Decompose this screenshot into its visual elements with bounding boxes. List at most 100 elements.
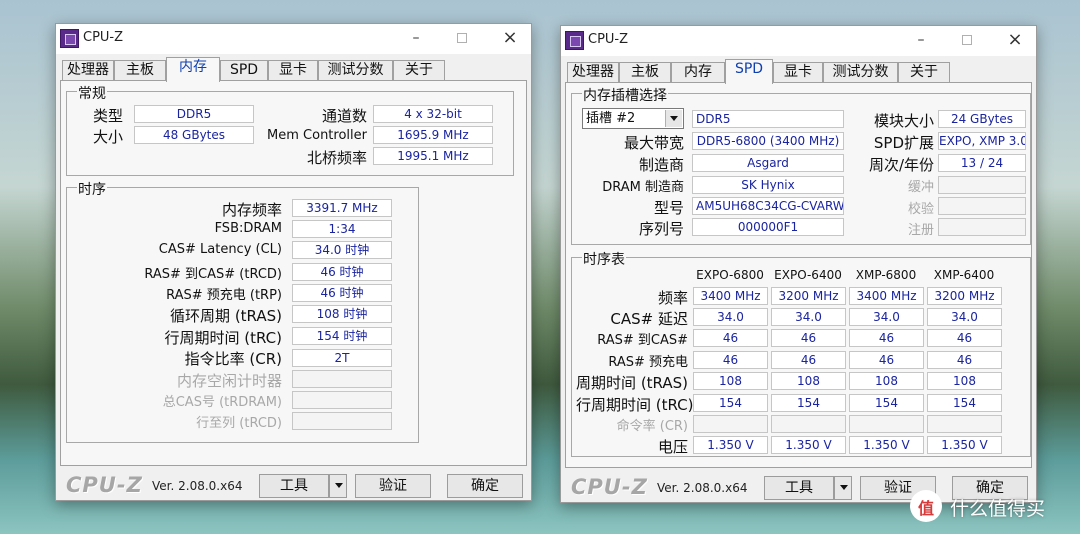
table-cell: 154 xyxy=(693,394,768,412)
table-cell: 1.350 V xyxy=(849,436,924,454)
tab-bench[interactable]: 测试分数 xyxy=(823,62,898,83)
tab-bench[interactable]: 测试分数 xyxy=(318,60,393,81)
table-row-label: 命令率 (CR) xyxy=(616,419,688,434)
chevron-down-icon[interactable] xyxy=(665,110,682,127)
tab-about[interactable]: 关于 xyxy=(898,62,950,83)
timing-label: CAS# Latency (CL) xyxy=(158,242,282,257)
module-size-value: 24 GBytes xyxy=(938,110,1026,128)
tools-dropdown-icon[interactable] xyxy=(834,476,852,500)
timing-label: 内存频率 xyxy=(221,201,282,219)
tab-spd[interactable]: SPD xyxy=(220,60,268,81)
tab-cpu[interactable]: 处理器 xyxy=(567,62,619,83)
part-number-value: AM5UH68C34CG-CVARWM xyxy=(692,197,844,215)
tab-mainboard[interactable]: 主板 xyxy=(619,62,671,83)
validate-button[interactable]: 验证 xyxy=(355,474,431,498)
tab-spd[interactable]: SPD xyxy=(725,59,773,84)
table-row-label: 行周期时间 (tRC) xyxy=(576,396,694,414)
timing-label: 循环周期 (tRAS) xyxy=(170,307,282,325)
timing-label: RAS# 到CAS# (tRCD) xyxy=(144,267,282,282)
minimize-icon[interactable]: – xyxy=(399,27,433,51)
registered-label: 注册 xyxy=(907,223,934,238)
close-icon[interactable]: × xyxy=(998,29,1032,53)
serial-value: 000000F1 xyxy=(692,218,844,236)
tab-graphics[interactable]: 显卡 xyxy=(773,62,823,83)
close-icon[interactable]: × xyxy=(493,27,527,51)
maximize-icon[interactable] xyxy=(445,27,479,51)
timing-value xyxy=(292,391,392,409)
week-year-value: 13 / 24 xyxy=(938,154,1026,172)
table-row-label: RAS# 预充电 xyxy=(608,355,688,370)
minimize-icon[interactable]: – xyxy=(904,29,938,53)
cpuz-window-spd: CPU-Z – × 处理器 主板 内存 SPD 显卡 测试分数 关于 内存插槽选… xyxy=(560,25,1037,503)
tab-about[interactable]: 关于 xyxy=(393,60,445,81)
size-label: 大小 xyxy=(92,128,123,146)
cpuz-app-icon xyxy=(565,31,584,50)
dram-mfr-label: DRAM 制造商 xyxy=(602,180,684,195)
timings-group-title: 时序 xyxy=(77,179,107,199)
table-cell: 46 xyxy=(693,351,768,369)
timing-value: 34.0 时钟 xyxy=(292,241,392,259)
channels-value: 4 x 32-bit xyxy=(373,105,493,123)
spd-ext-value: EXPO, XMP 3.0 xyxy=(938,132,1026,150)
timing-value: 108 时钟 xyxy=(292,305,392,323)
ok-button[interactable]: 确定 xyxy=(447,474,523,498)
spd-ext-label: SPD扩展 xyxy=(873,134,934,152)
window-title: CPU-Z xyxy=(588,32,629,47)
window-title: CPU-Z xyxy=(83,30,124,45)
timing-label: FSB:DRAM xyxy=(214,221,282,236)
table-cell: 34.0 xyxy=(771,308,846,326)
type-label: 类型 xyxy=(92,107,123,125)
table-row-label: CAS# 延迟 xyxy=(610,310,688,328)
slot-group: 内存插槽选择 插槽 #2 DDR5 模块大小 24 GBytes 最大带宽 DD… xyxy=(571,85,1031,245)
cpuz-logo: CPU-Z xyxy=(571,475,648,499)
tools-button[interactable]: 工具 xyxy=(259,474,329,498)
table-cell: 154 xyxy=(771,394,846,412)
table-cell: 1.350 V xyxy=(771,436,846,454)
version-text: Ver. 2.08.0.x64 xyxy=(657,481,748,495)
serial-label: 序列号 xyxy=(638,220,684,238)
timing-value: 46 时钟 xyxy=(292,284,392,302)
timings-group: 时序 内存频率 3391.7 MHz FSB:DRAM 1:34 CAS# La… xyxy=(66,179,419,443)
slot-select[interactable]: 插槽 #2 xyxy=(582,108,684,129)
tab-memory[interactable]: 内存 xyxy=(166,57,220,82)
table-cell: 46 xyxy=(849,351,924,369)
table-cell xyxy=(693,415,768,433)
tools-dropdown-icon[interactable] xyxy=(329,474,347,498)
tab-memory[interactable]: 内存 xyxy=(671,62,725,83)
memctrl-label: Mem Controller xyxy=(267,128,367,143)
table-cell: 34.0 xyxy=(849,308,924,326)
manufacturer-label: 制造商 xyxy=(638,156,684,174)
footer-bar: CPU-Z Ver. 2.08.0.x64 工具 验证 确定 xyxy=(56,469,533,501)
buffer-label: 缓冲 xyxy=(907,180,934,195)
table-cell: 46 xyxy=(927,329,1002,347)
slot-group-title: 内存插槽选择 xyxy=(582,85,668,105)
title-bar[interactable]: CPU-Z – × xyxy=(561,26,1036,56)
table-row-label: 电压 xyxy=(657,438,688,456)
memory-panel: 常规 类型 DDR5 大小 48 GBytes 通道数 4 x 32-bit M… xyxy=(60,80,527,466)
table-cell: 34.0 xyxy=(693,308,768,326)
part-number-label: 型号 xyxy=(653,199,684,217)
column-header: EXPO-6800 xyxy=(696,268,764,282)
tab-graphics[interactable]: 显卡 xyxy=(268,60,318,81)
column-header: XMP-6400 xyxy=(933,268,995,282)
tab-cpu[interactable]: 处理器 xyxy=(62,60,114,81)
memory-type-value: DDR5 xyxy=(692,110,844,128)
title-bar[interactable]: CPU-Z – × xyxy=(56,24,531,54)
max-bandwidth-value: DDR5-6800 (3400 MHz) xyxy=(692,132,844,150)
timing-label: 行至列 (tRCD) xyxy=(196,416,282,431)
timing-value xyxy=(292,412,392,430)
registered-value xyxy=(938,218,1026,236)
table-cell: 3400 MHz xyxy=(849,287,924,305)
table-cell: 108 xyxy=(927,372,1002,390)
memctrl-value: 1695.9 MHz xyxy=(373,126,493,144)
tools-button[interactable]: 工具 xyxy=(764,476,834,500)
checksum-value xyxy=(938,197,1026,215)
maximize-icon[interactable] xyxy=(950,29,984,53)
column-header: XMP-6800 xyxy=(855,268,917,282)
table-cell: 3200 MHz xyxy=(927,287,1002,305)
tab-mainboard[interactable]: 主板 xyxy=(114,60,166,81)
zhi-logo-icon xyxy=(910,490,942,522)
timing-value: 3391.7 MHz xyxy=(292,199,392,217)
table-cell xyxy=(849,415,924,433)
table-cell: 46 xyxy=(771,329,846,347)
